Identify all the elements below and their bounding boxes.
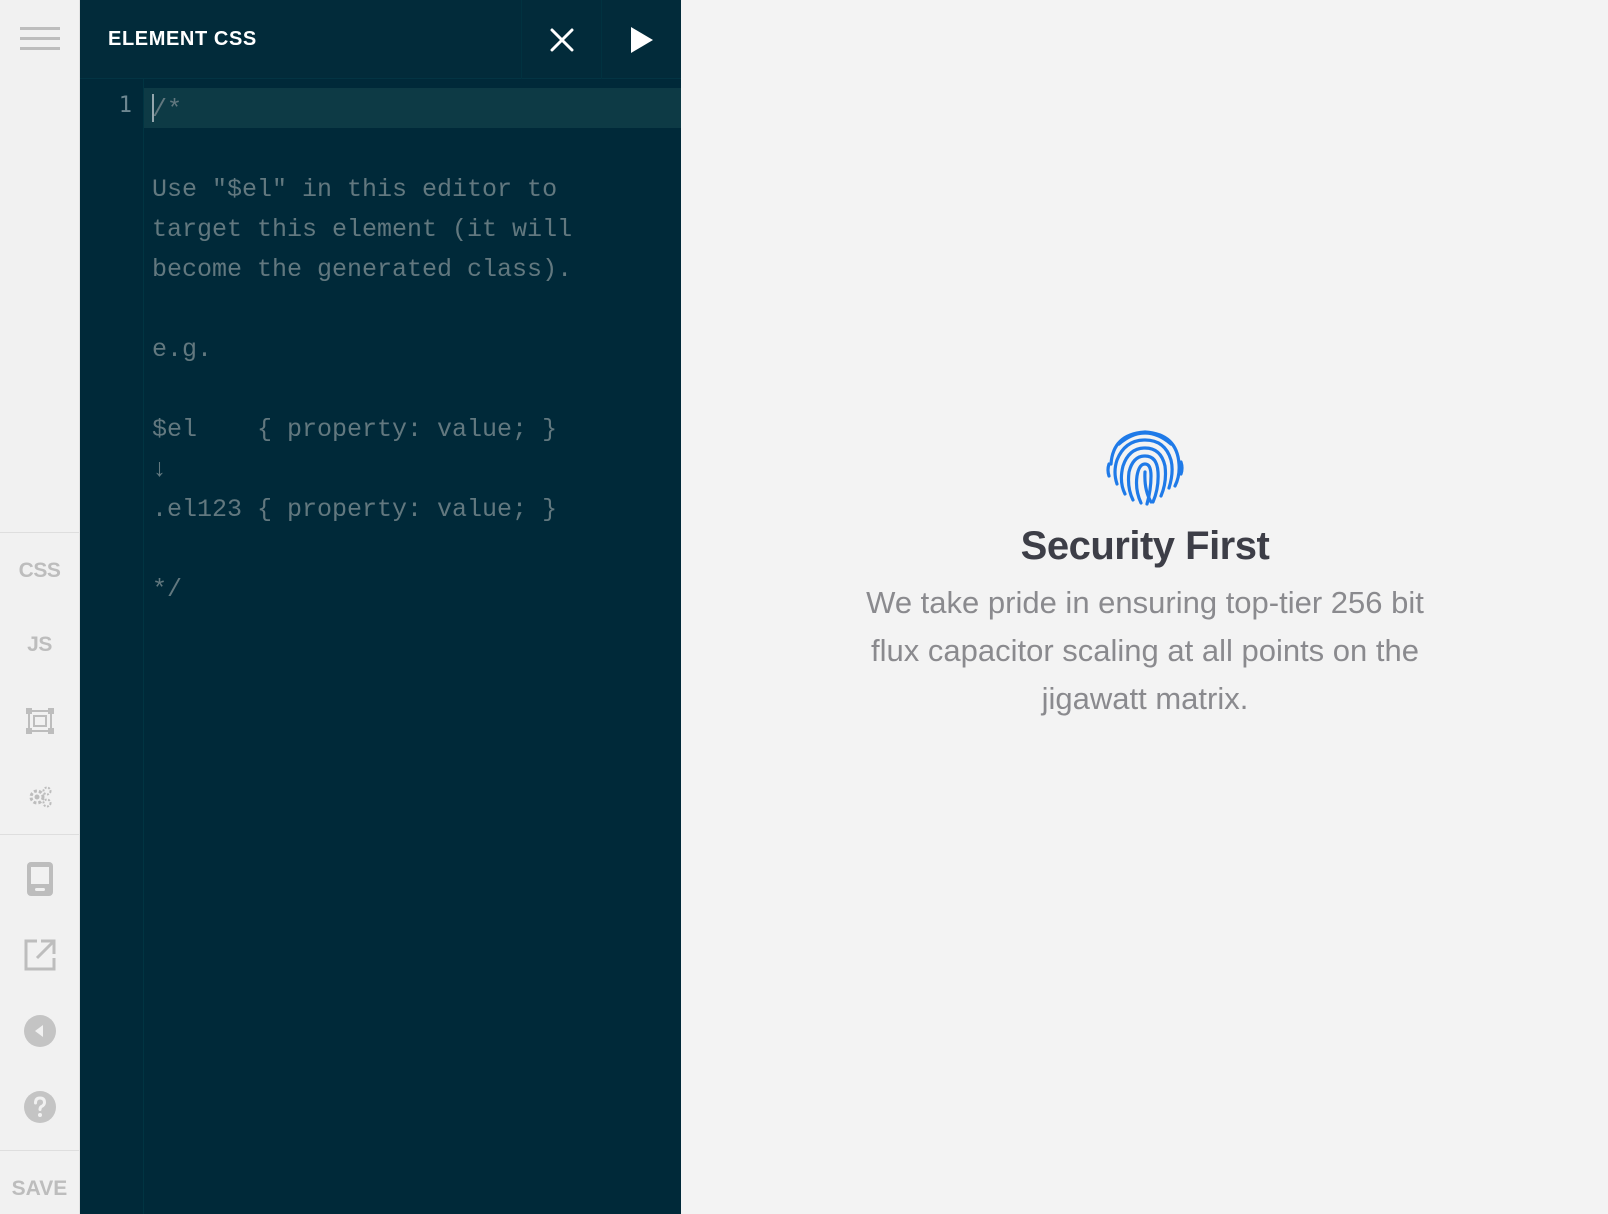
- css-tab-label: CSS: [18, 559, 61, 582]
- help-icon[interactable]: [0, 1080, 79, 1134]
- feature-block[interactable]: Security First We take pride in ensuring…: [841, 424, 1449, 723]
- toolbar-divider: [0, 532, 79, 533]
- line-number-gutter: 1: [80, 79, 144, 1214]
- run-button[interactable]: [601, 0, 681, 79]
- toolbar-divider: [0, 1150, 79, 1151]
- collapse-left-icon[interactable]: [0, 1004, 79, 1058]
- feature-title: Security First: [1020, 524, 1270, 568]
- left-toolbar: CSS JS SAVE: [0, 0, 80, 1214]
- editor-header: ELEMENT CSS: [80, 0, 681, 79]
- js-tab-label: JS: [27, 633, 52, 656]
- toolbar-divider: [0, 834, 79, 835]
- element-frame-icon[interactable]: [0, 696, 79, 746]
- editor-title: ELEMENT CSS: [108, 28, 257, 50]
- close-icon: [550, 28, 573, 51]
- open-external-icon[interactable]: [0, 928, 79, 982]
- code-editor-textarea[interactable]: /* Use "$el" in this editor to target th…: [152, 90, 572, 610]
- save-label: SAVE: [11, 1177, 68, 1200]
- css-tab-button[interactable]: CSS: [0, 546, 79, 596]
- play-icon: [630, 26, 653, 53]
- feature-description: We take pride in ensuring top-tier 256 b…: [866, 585, 1424, 716]
- save-button[interactable]: SAVE: [0, 1164, 79, 1214]
- text-cursor: [152, 94, 154, 122]
- fingerprint-icon: [1106, 430, 1184, 506]
- line-number: 1: [118, 93, 132, 118]
- close-editor-button[interactable]: [521, 0, 601, 79]
- gears-icon[interactable]: [0, 772, 79, 822]
- js-tab-button[interactable]: JS: [0, 620, 79, 670]
- device-preview-icon[interactable]: [0, 852, 79, 906]
- hamburger-menu-icon[interactable]: [0, 14, 79, 64]
- preview-canvas: Security First We take pride in ensuring…: [681, 0, 1608, 1214]
